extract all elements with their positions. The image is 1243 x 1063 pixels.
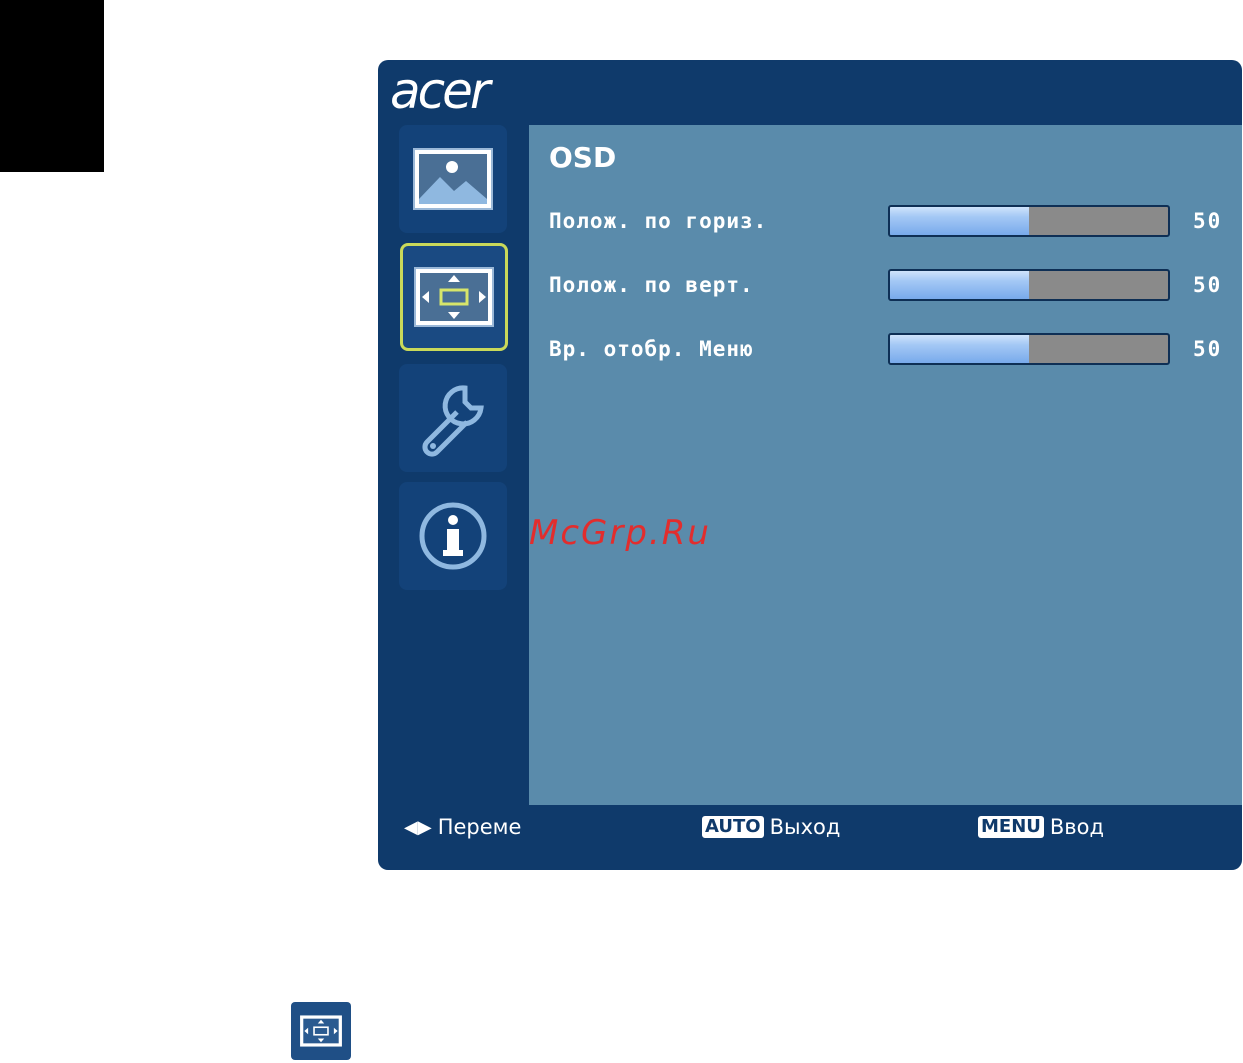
info-icon	[419, 502, 487, 570]
hint-move-label: Переме	[437, 815, 522, 839]
sidebar-item-osd[interactable]	[400, 243, 508, 351]
osd-position-icon	[300, 1015, 342, 1047]
level-slider[interactable]	[888, 269, 1170, 301]
osd-position-icon-small	[291, 1002, 351, 1060]
auto-key-badge: AUTO	[702, 816, 764, 838]
osd-position-icon	[414, 267, 494, 327]
setting-row-menu-timeout[interactable]: Вр. отобр. Меню 50	[549, 333, 1239, 369]
picture-icon	[413, 148, 493, 210]
watermark-text: McGrp.Ru	[529, 513, 711, 553]
slider-fill	[890, 271, 1029, 299]
osd-sidebar	[378, 125, 528, 805]
sidebar-item-picture[interactable]	[399, 125, 507, 233]
panel-title: OSD	[549, 141, 617, 174]
svg-text:acer: acer	[390, 64, 494, 120]
hint-enter: MENU Ввод	[978, 815, 1104, 839]
level-slider[interactable]	[888, 205, 1170, 237]
sidebar-item-settings[interactable]	[399, 364, 507, 472]
setting-row-horizontal[interactable]: Полож. по гориз. 50	[549, 205, 1239, 241]
osd-footer-hints: ◀▶ Переме AUTO Выход MENU Ввод	[378, 805, 1242, 870]
left-right-arrows-icon: ◀▶	[404, 816, 432, 838]
slider-fill	[890, 207, 1029, 235]
hint-exit: AUTO Выход	[702, 815, 840, 839]
setting-value: 50	[1193, 273, 1223, 297]
level-slider[interactable]	[888, 333, 1170, 365]
setting-value: 50	[1193, 209, 1223, 233]
page-edge-tab	[0, 0, 104, 172]
hint-exit-label: Выход	[769, 815, 841, 839]
acer-logo: acer	[390, 64, 497, 120]
sidebar-item-information[interactable]	[399, 482, 507, 590]
setting-label: Полож. по верт.	[549, 273, 754, 297]
osd-menu-window: acer OSD Полож. по гориз. 50 Полож. по в…	[378, 60, 1242, 870]
setting-label: Полож. по гориз.	[549, 209, 768, 233]
wrench-icon	[422, 385, 484, 457]
hint-move: ◀▶ Переме	[404, 815, 521, 839]
menu-key-badge: MENU	[978, 816, 1044, 838]
setting-label: Вр. отобр. Меню	[549, 337, 754, 361]
slider-fill	[890, 335, 1029, 363]
setting-row-vertical[interactable]: Полож. по верт. 50	[549, 269, 1239, 305]
osd-content-panel: OSD Полож. по гориз. 50 Полож. по верт. …	[529, 125, 1242, 805]
setting-value: 50	[1193, 337, 1223, 361]
hint-enter-label: Ввод	[1049, 815, 1105, 839]
